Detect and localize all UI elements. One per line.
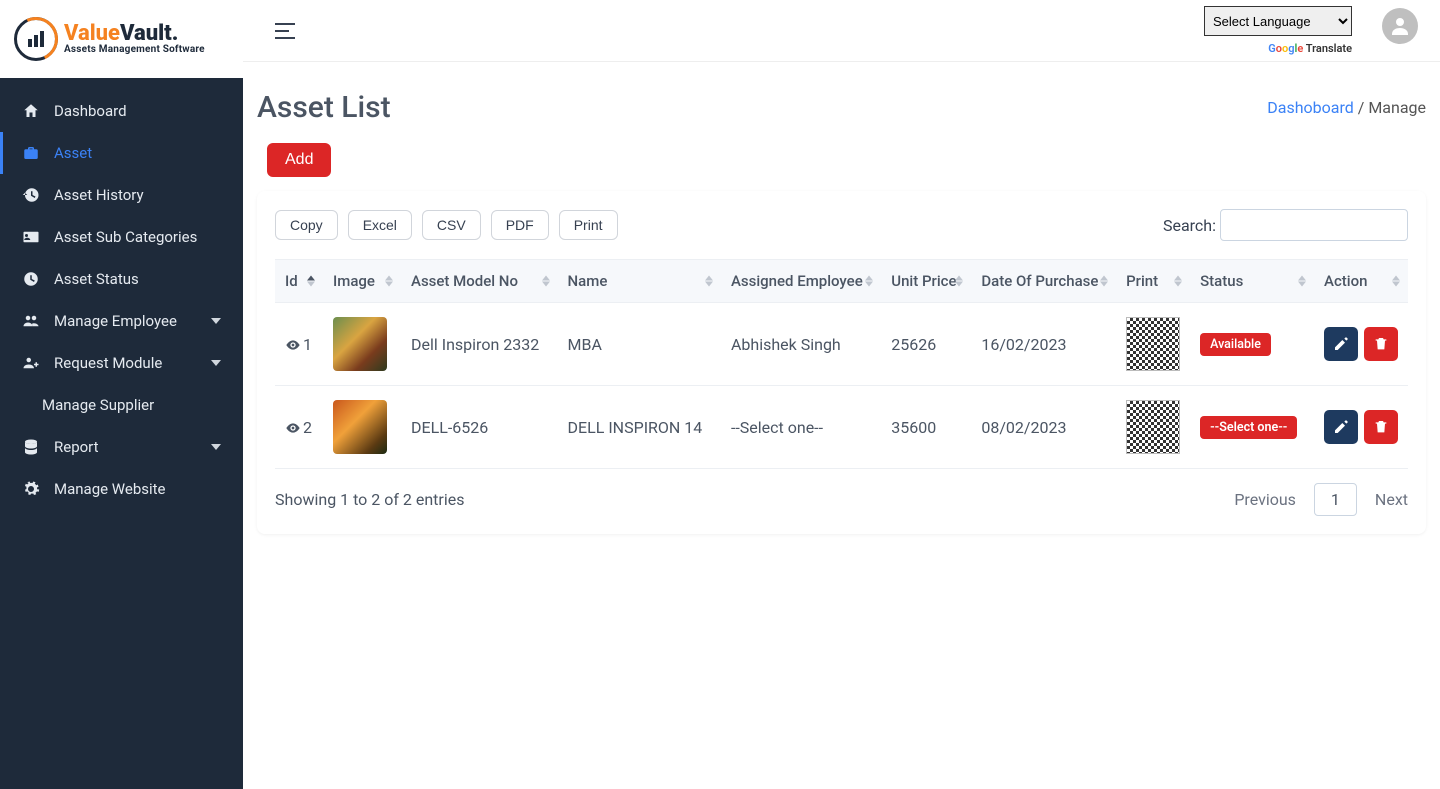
eye-icon[interactable]	[285, 420, 301, 436]
breadcrumb-current: Manage	[1368, 98, 1426, 117]
asset-table-card: Copy Excel CSV PDF Print Search: Id	[257, 191, 1426, 534]
cell-price: 35600	[881, 386, 971, 469]
col-action[interactable]: Action	[1314, 260, 1408, 303]
pager-previous[interactable]: Previous	[1234, 490, 1296, 509]
copy-button[interactable]: Copy	[275, 210, 338, 240]
cell-id: 1	[303, 335, 312, 354]
breadcrumb: Dashoboard / Manage	[1267, 98, 1426, 117]
history-icon	[22, 186, 40, 204]
cell-date: 16/02/2023	[971, 303, 1116, 386]
user-plus-icon	[22, 354, 40, 372]
edit-button[interactable]	[1324, 410, 1358, 444]
sidebar-item-asset-status[interactable]: Asset Status	[0, 258, 243, 300]
col-employee[interactable]: Assigned Employee	[721, 260, 881, 303]
chevron-down-icon	[211, 444, 221, 450]
briefcase-icon	[22, 144, 40, 162]
pdf-button[interactable]: PDF	[491, 210, 549, 240]
col-image[interactable]: Image	[323, 260, 401, 303]
brand-logo: ValueVault. Assets Management Software	[0, 0, 243, 78]
language-select[interactable]: Select Language	[1204, 6, 1352, 36]
gear-icon	[22, 480, 40, 498]
pager-next[interactable]: Next	[1375, 490, 1408, 509]
cell-model: Dell Inspiron 2332	[401, 303, 558, 386]
col-name[interactable]: Name	[558, 260, 721, 303]
logo-mark-icon	[14, 17, 58, 61]
google-translate-label: Google Translate	[1268, 42, 1352, 55]
delete-button[interactable]	[1364, 327, 1398, 361]
sidebar-item-asset-history[interactable]: Asset History	[0, 174, 243, 216]
cell-id: 2	[303, 418, 312, 437]
clock-icon	[22, 270, 40, 288]
sidebar-nav: Dashboard Asset Asset History Asset Sub …	[0, 78, 243, 510]
delete-button[interactable]	[1364, 410, 1398, 444]
col-status[interactable]: Status	[1190, 260, 1314, 303]
col-price[interactable]: Unit Price	[881, 260, 971, 303]
sidebar-item-manage-website[interactable]: Manage Website	[0, 468, 243, 510]
sidebar-item-label: Manage Website	[54, 480, 166, 498]
database-icon	[22, 438, 40, 456]
search-input[interactable]	[1220, 209, 1408, 241]
status-badge: Available	[1200, 333, 1271, 356]
home-icon	[22, 102, 40, 120]
sidebar-item-request-module[interactable]: Request Module	[0, 342, 243, 384]
asset-thumbnail	[333, 400, 387, 454]
sidebar-item-label: Report	[54, 438, 99, 456]
sidebar-item-asset[interactable]: Asset	[0, 132, 243, 174]
sidebar-item-label: Asset Status	[54, 270, 139, 288]
status-badge: --Select one--	[1200, 416, 1297, 439]
print-button[interactable]: Print	[559, 210, 618, 240]
sidebar-item-label: Asset	[54, 144, 92, 162]
cell-date: 08/02/2023	[971, 386, 1116, 469]
sidebar-item-report[interactable]: Report	[0, 426, 243, 468]
table-info: Showing 1 to 2 of 2 entries	[275, 490, 464, 509]
brand-name-2: Vault.	[120, 21, 178, 46]
chevron-down-icon	[211, 360, 221, 366]
edit-button[interactable]	[1324, 327, 1358, 361]
users-icon	[22, 312, 40, 330]
chevron-down-icon	[211, 318, 221, 324]
cell-employee: --Select one--	[721, 386, 881, 469]
col-model[interactable]: Asset Model No	[401, 260, 558, 303]
user-avatar[interactable]	[1382, 8, 1418, 44]
col-print[interactable]: Print	[1116, 260, 1190, 303]
sidebar-item-label: Manage Supplier	[42, 396, 154, 414]
brand-name-1: Value	[64, 21, 120, 46]
sidebar-item-dashboard[interactable]: Dashboard	[0, 90, 243, 132]
cell-employee: Abhishek Singh	[721, 303, 881, 386]
csv-button[interactable]: CSV	[422, 210, 481, 240]
search-label: Search:	[1163, 209, 1408, 241]
qr-code-icon[interactable]	[1126, 400, 1180, 454]
brand-tagline: Assets Management Software	[64, 45, 205, 55]
sidebar-item-manage-supplier[interactable]: Manage Supplier	[0, 384, 243, 426]
table-row: 1 Dell Inspiron 2332 MBA Abhishek Singh …	[275, 303, 1408, 386]
cell-name: DELL INSPIRON 14	[558, 386, 721, 469]
eye-icon[interactable]	[285, 337, 301, 353]
sidebar-item-label: Asset History	[54, 186, 144, 204]
breadcrumb-root[interactable]: Dashoboard	[1267, 98, 1354, 117]
excel-button[interactable]: Excel	[348, 210, 412, 240]
cell-model: DELL-6526	[401, 386, 558, 469]
table-row: 2 DELL-6526 DELL INSPIRON 14 --Select on…	[275, 386, 1408, 469]
sidebar-item-label: Manage Employee	[54, 312, 177, 330]
sidebar-item-label: Asset Sub Categories	[54, 228, 197, 246]
col-id[interactable]: Id	[275, 260, 323, 303]
sidebar-item-label: Dashboard	[54, 102, 127, 120]
asset-thumbnail	[333, 317, 387, 371]
sidebar-item-label: Request Module	[54, 354, 162, 372]
col-date[interactable]: Date Of Purchase	[971, 260, 1116, 303]
sidebar: ValueVault. Assets Management Software D…	[0, 0, 243, 789]
qr-code-icon[interactable]	[1126, 317, 1180, 371]
asset-table: Id Image Asset Model No Name Assigned Em…	[275, 259, 1408, 469]
id-card-icon	[22, 228, 40, 246]
topbar: Select Language Google Translate	[243, 0, 1440, 62]
cell-name: MBA	[558, 303, 721, 386]
page-title: Asset List	[257, 90, 391, 125]
sidebar-item-manage-employee[interactable]: Manage Employee	[0, 300, 243, 342]
cell-price: 25626	[881, 303, 971, 386]
toggle-sidebar-button[interactable]	[275, 23, 295, 39]
pager-page-1[interactable]: 1	[1314, 483, 1357, 516]
add-button[interactable]: Add	[267, 143, 331, 177]
sidebar-item-asset-sub-categories[interactable]: Asset Sub Categories	[0, 216, 243, 258]
